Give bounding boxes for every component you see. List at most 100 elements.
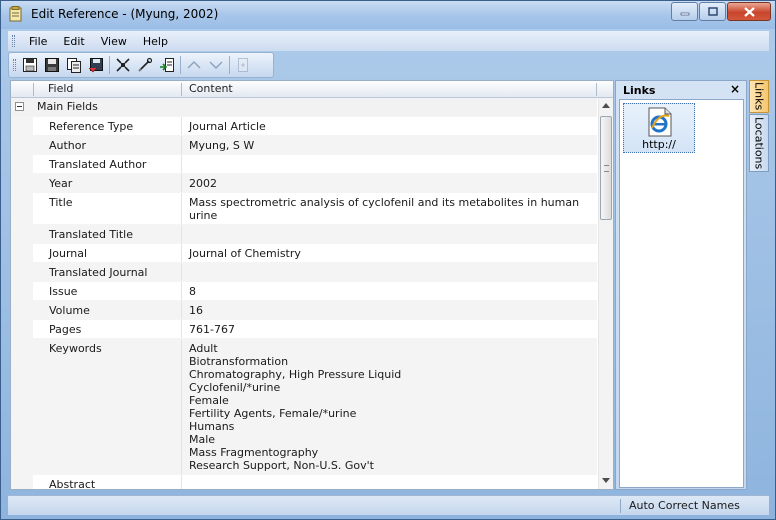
field-value[interactable]: Myung, S W bbox=[189, 139, 597, 152]
keyword-line: Humans bbox=[189, 420, 235, 433]
keyword-line: Research Support, Non-U.S. Gov't bbox=[189, 459, 374, 472]
cell-divider bbox=[181, 244, 182, 262]
table-row[interactable]: Keywords Adult Biotransformation Chromat… bbox=[11, 338, 597, 474]
keyword-line: Chromatography, High Pressure Liquid bbox=[189, 368, 402, 381]
tab-links[interactable]: Links bbox=[749, 80, 769, 113]
toolbar-separator bbox=[109, 56, 110, 74]
table-row[interactable]: Title Mass spectrometric analysis of cyc… bbox=[11, 192, 597, 224]
menu-file[interactable]: File bbox=[21, 35, 55, 48]
table-row[interactable]: Reference Type Journal Article bbox=[11, 116, 597, 135]
column-divider[interactable] bbox=[33, 83, 34, 96]
field-value[interactable]: 16 bbox=[189, 304, 597, 317]
field-value[interactable]: 8 bbox=[189, 285, 597, 298]
table-row[interactable]: Translated Journal bbox=[11, 262, 597, 281]
field-label: Reference Type bbox=[49, 120, 134, 133]
toolbar-grip[interactable] bbox=[13, 59, 16, 71]
keyword-line: Adult bbox=[189, 342, 218, 355]
table-row[interactable]: Translated Author bbox=[11, 154, 597, 173]
scroll-down-icon[interactable] bbox=[602, 478, 610, 483]
value-line: urine bbox=[189, 209, 218, 222]
value-line: 8 bbox=[189, 285, 196, 298]
keyword-line: Cyclofenil/*urine bbox=[189, 381, 281, 394]
column-divider bbox=[596, 83, 597, 96]
cell-divider bbox=[181, 263, 182, 281]
scroll-thumb[interactable] bbox=[600, 116, 612, 220]
field-value[interactable]: Journal Article bbox=[189, 120, 597, 133]
status-bar: Auto Correct Names bbox=[8, 495, 769, 515]
grid-header: Field Content bbox=[11, 81, 613, 98]
attach-link-button[interactable] bbox=[134, 54, 156, 76]
column-header-content[interactable]: Content bbox=[189, 82, 233, 95]
row-indent bbox=[11, 301, 33, 319]
cell-divider bbox=[181, 475, 182, 489]
tab-locations-label: Locations bbox=[752, 116, 766, 170]
field-value[interactable]: 2002 bbox=[189, 177, 597, 190]
row-indent bbox=[11, 117, 33, 135]
keyword-line: Mass Fragmentography bbox=[189, 446, 319, 459]
table-row[interactable]: Journal Journal of Chemistry bbox=[11, 243, 597, 262]
row-indent bbox=[11, 155, 33, 173]
status-separator bbox=[620, 499, 621, 513]
save-and-close-button[interactable] bbox=[19, 54, 41, 76]
keyword-line: Biotransformation bbox=[189, 355, 289, 368]
table-row[interactable]: Issue 8 bbox=[11, 281, 597, 300]
minimize-button[interactable] bbox=[671, 2, 698, 21]
value-line: Myung, S W bbox=[189, 139, 255, 152]
grid-body: Main Fields Reference Type Journal Artic… bbox=[11, 98, 597, 489]
field-value[interactable]: Adult Biotransformation Chromatography, … bbox=[189, 342, 597, 472]
column-divider[interactable] bbox=[181, 83, 182, 96]
keyword-line: Fertility Agents, Female/*urine bbox=[189, 407, 357, 420]
field-label: Pages bbox=[49, 323, 82, 336]
reference-app-icon bbox=[9, 6, 22, 22]
previous-reference-icon bbox=[187, 61, 201, 69]
link-item[interactable]: http:// bbox=[623, 103, 695, 153]
table-row[interactable]: Author Myung, S W bbox=[11, 135, 597, 154]
value-line: 16 bbox=[189, 304, 203, 317]
keyword-line: Female bbox=[189, 394, 229, 407]
table-row[interactable]: Volume 16 bbox=[11, 300, 597, 319]
previous-reference-button[interactable] bbox=[183, 54, 205, 76]
menu-edit[interactable]: Edit bbox=[55, 35, 92, 48]
links-panel: Links × http:// bbox=[615, 80, 747, 490]
column-header-field[interactable]: Field bbox=[48, 82, 73, 95]
field-value[interactable]: Mass spectrometric analysis of cyclofeni… bbox=[189, 196, 597, 222]
cell-divider bbox=[181, 301, 182, 319]
cell-divider bbox=[181, 225, 182, 243]
save-button[interactable] bbox=[41, 54, 63, 76]
toolbar-separator bbox=[229, 56, 230, 74]
cell-divider bbox=[181, 174, 182, 192]
table-row[interactable]: Pages 761-767 bbox=[11, 319, 597, 338]
row-indent bbox=[11, 193, 33, 224]
insert-button[interactable] bbox=[232, 54, 254, 76]
maximize-button[interactable] bbox=[699, 2, 726, 21]
next-reference-button[interactable] bbox=[205, 54, 227, 76]
field-value[interactable]: Journal of Chemistry bbox=[189, 247, 597, 260]
save-to-disk-button[interactable] bbox=[85, 54, 107, 76]
field-label: Abstract bbox=[49, 478, 96, 489]
collapse-fields-button[interactable] bbox=[112, 54, 134, 76]
keyword-line: Male bbox=[189, 433, 216, 446]
group-row-main-fields[interactable]: Main Fields bbox=[11, 98, 597, 116]
table-row[interactable]: Year 2002 bbox=[11, 173, 597, 192]
close-button[interactable] bbox=[727, 2, 771, 21]
field-label: Author bbox=[49, 139, 87, 152]
cell-divider bbox=[181, 136, 182, 154]
links-close-icon[interactable]: × bbox=[730, 82, 740, 96]
copy-reference-button[interactable] bbox=[63, 54, 85, 76]
collapse-icon[interactable] bbox=[15, 102, 24, 111]
table-row[interactable]: Abstract bbox=[11, 474, 597, 489]
vertical-scrollbar[interactable] bbox=[598, 98, 613, 489]
scroll-up-icon[interactable] bbox=[602, 103, 610, 108]
find-full-text-button[interactable] bbox=[156, 54, 178, 76]
menu-help[interactable]: Help bbox=[135, 35, 176, 48]
menu-view[interactable]: View bbox=[93, 35, 135, 48]
status-auto-correct-names[interactable]: Auto Correct Names bbox=[629, 499, 740, 512]
field-value[interactable]: 761-767 bbox=[189, 323, 597, 336]
field-label: Translated Title bbox=[49, 228, 133, 241]
find-full-text-icon bbox=[160, 58, 174, 72]
table-row[interactable]: Translated Title bbox=[11, 224, 597, 243]
menu-grip[interactable] bbox=[12, 35, 15, 47]
toolbar-separator bbox=[180, 56, 181, 74]
title-bar[interactable]: Edit Reference - (Myung, 2002) bbox=[1, 1, 775, 29]
tab-locations[interactable]: Locations bbox=[749, 114, 769, 172]
